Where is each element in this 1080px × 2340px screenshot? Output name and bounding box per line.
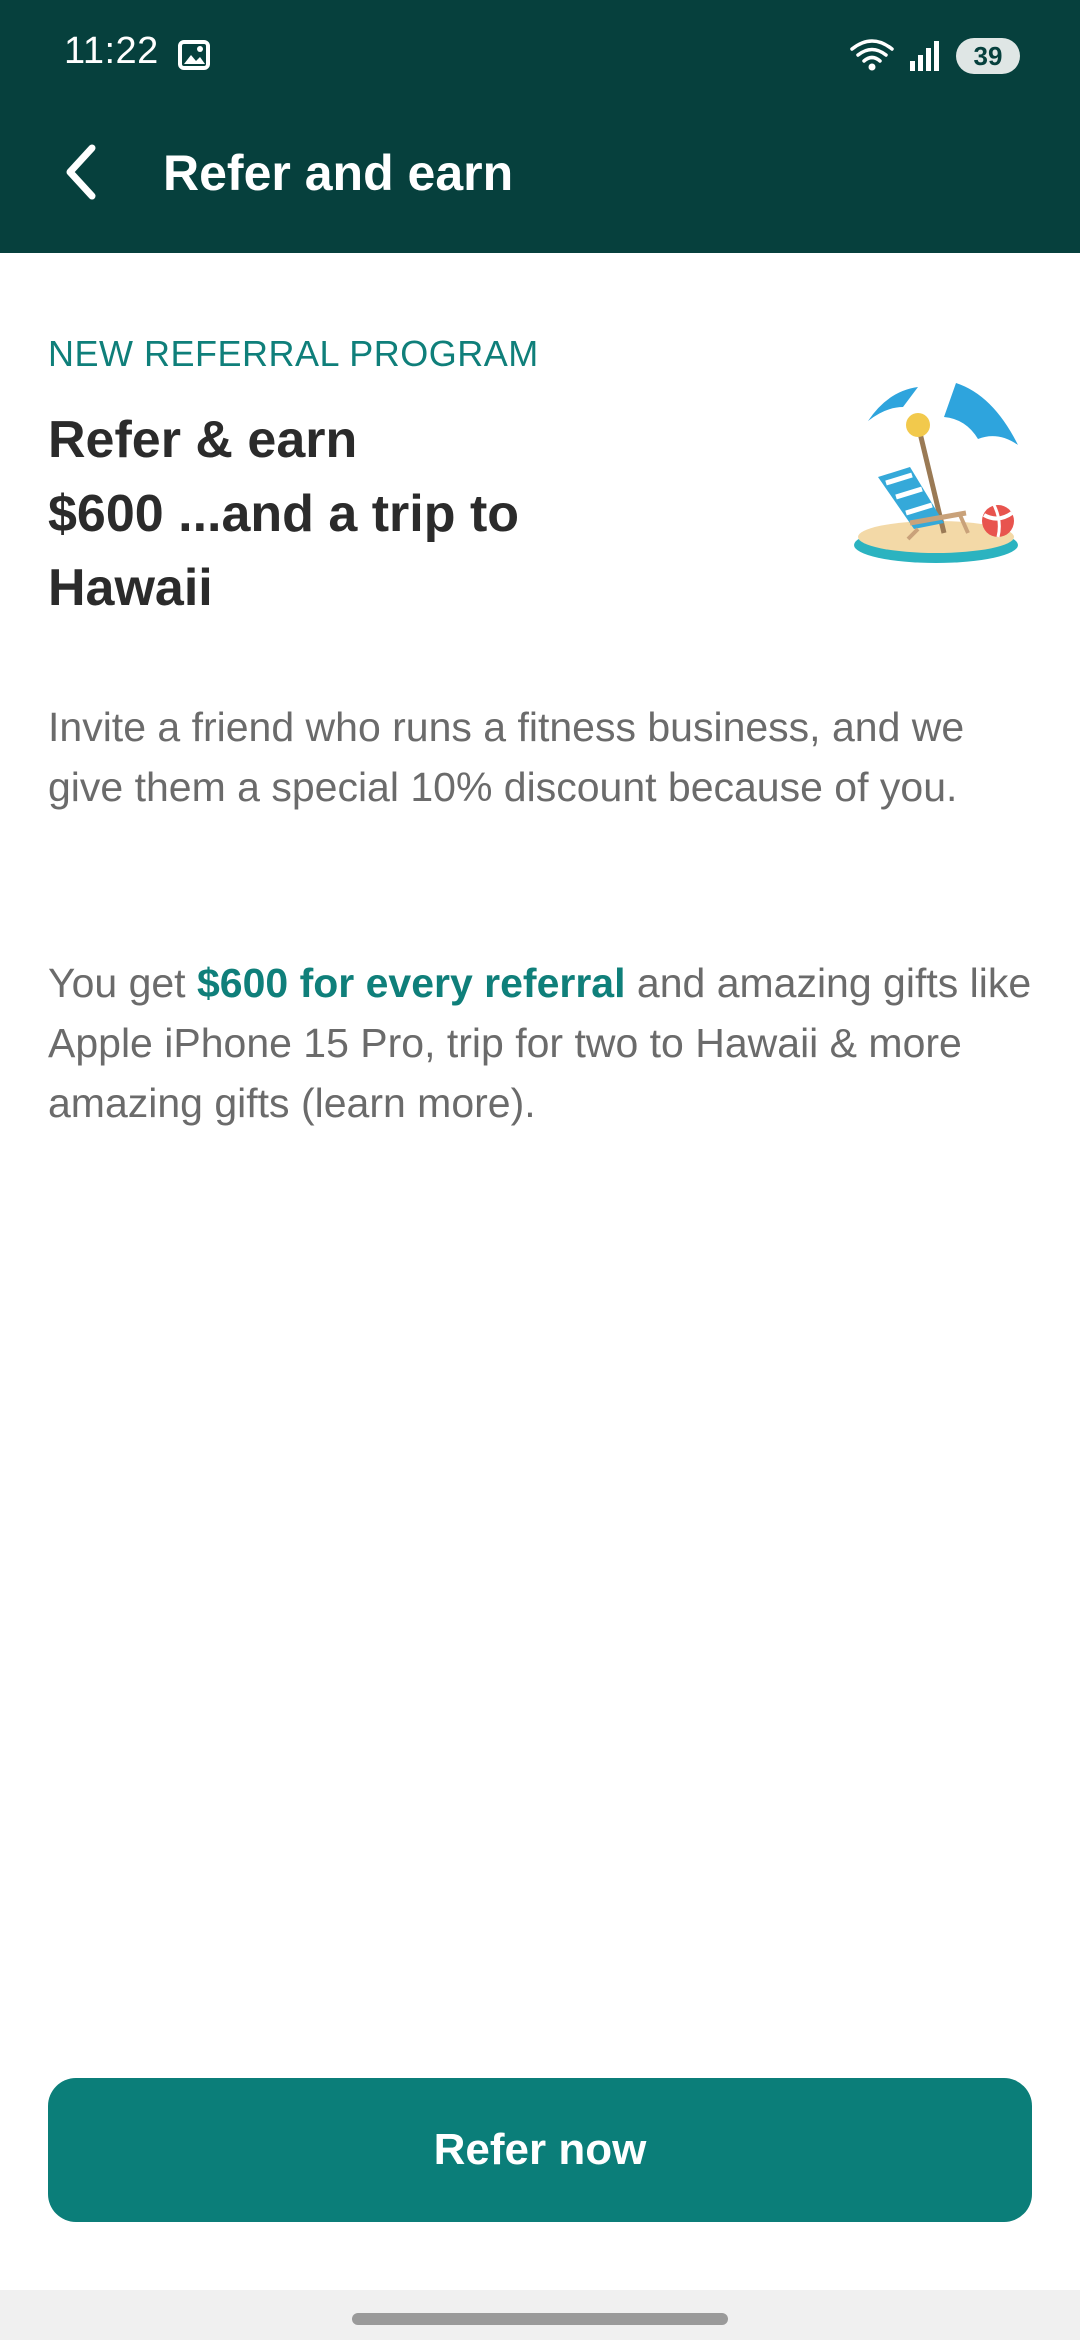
back-button[interactable]	[48, 136, 112, 208]
page-title: Refer and earn	[163, 145, 514, 201]
headline: Refer & earn $600 ...and a trip to Hawai…	[48, 403, 668, 625]
reward-prefix: You get	[48, 960, 197, 1006]
refer-now-button[interactable]: Refer now	[48, 2078, 1032, 2222]
battery-indicator: 39	[956, 38, 1020, 74]
headline-line: Hawaii	[48, 559, 213, 617]
reward-paragraph: You get $600 for every referral and amaz…	[48, 953, 1032, 1133]
home-indicator[interactable]	[352, 2313, 728, 2325]
headline-line: Refer & earn	[48, 411, 358, 469]
headline-line: $600 ...and a trip to	[48, 485, 520, 543]
program-label: NEW REFERRAL PROGRAM	[48, 333, 539, 374]
image-icon	[178, 40, 210, 70]
signal-icon	[910, 41, 939, 71]
status-time: 11:22	[64, 30, 159, 72]
wifi-icon	[850, 39, 894, 71]
app-bar: 11:22 39 Refer and earn	[0, 0, 1080, 253]
reward-highlight: $600 for every referral	[196, 960, 626, 1006]
description-paragraph: Invite a friend who runs a fitness busin…	[48, 704, 965, 810]
beach-chair-umbrella-icon	[854, 383, 1018, 563]
status-icons: 39	[850, 36, 1020, 76]
back-arrow-icon	[66, 144, 96, 200]
